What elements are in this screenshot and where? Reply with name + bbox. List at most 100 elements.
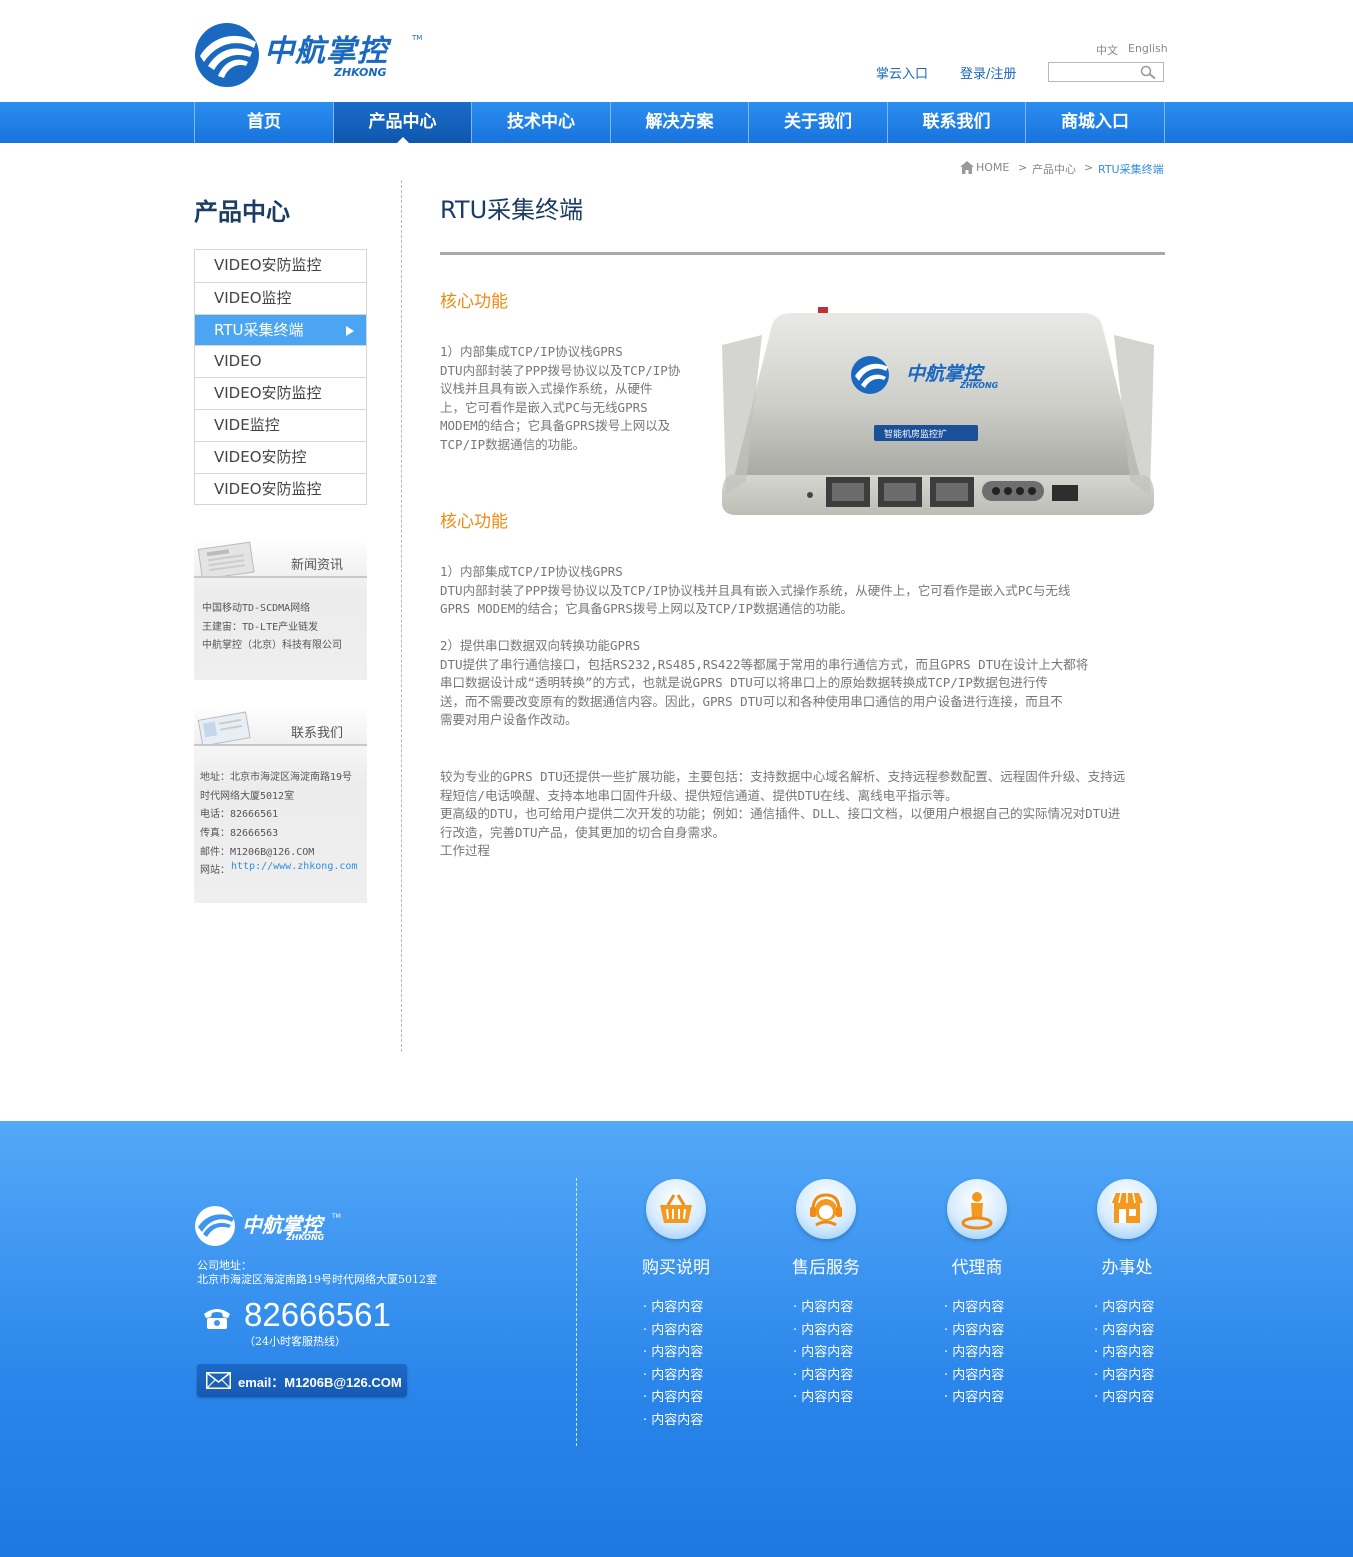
- section2-block3: 较为专业的GPRS DTU还提供一些扩展功能，主要包括：支持数据中心域名解析、支…: [440, 768, 1170, 861]
- text-line: DTU内部封装了PPP拨号协议以及TCP/IP协议栈并且具有嵌入式操作系统，从硬…: [440, 582, 1071, 598]
- footer-logo[interactable]: 中航掌控 ZHKONG TM: [194, 1203, 344, 1251]
- contact-fax: 传真：82666563: [200, 828, 279, 839]
- sidebar-item[interactable]: VIDEO安防控: [195, 440, 366, 473]
- login-register-link[interactable]: 登录/注册: [960, 63, 1016, 82]
- contact-web-label: 网站：: [200, 865, 230, 876]
- footer-link[interactable]: · 内容内容: [944, 1365, 1004, 1388]
- footer-divider: [576, 1178, 577, 1446]
- sidebar-item-label: RTU采集终端: [214, 320, 304, 339]
- footer-link[interactable]: · 内容内容: [793, 1342, 853, 1365]
- text-line: 1）内部集成TCP/IP协议栈GPRS: [440, 564, 623, 579]
- contact-phone: 电话：82666561: [200, 809, 279, 820]
- text-line: 需要对用户设备作改动。: [440, 712, 578, 728]
- text-line: 1）内部集成TCP/IP协议栈GPRS: [440, 344, 623, 359]
- news-item[interactable]: 王建宙：TD-LTE产业链发: [202, 618, 318, 633]
- sidebar-item[interactable]: VIDEO安防监控: [195, 377, 366, 409]
- logo-text-en: ZHKONG: [334, 66, 387, 79]
- nav-solutions[interactable]: 解决方案: [610, 102, 748, 143]
- footer-email-button[interactable]: email：M1206B@126.COM: [197, 1364, 407, 1397]
- agent-icon[interactable]: [947, 1179, 1007, 1239]
- footer-link[interactable]: · 内容内容: [944, 1297, 1004, 1320]
- sidebar-item-active[interactable]: RTU采集终端: [195, 313, 366, 346]
- page-title: RTU采集终端: [440, 196, 584, 224]
- news-box: 新闻资讯 中国移动TD-SCDMA网络 王建宙：TD-LTE产业链发 中航掌控（…: [194, 538, 367, 680]
- footer-hotline: 82666561: [244, 1296, 391, 1333]
- product-image: 中航掌控 ZHKONG 智能机房监控扩: [722, 305, 1162, 520]
- logo-emblem-icon: [195, 23, 259, 87]
- contact-address-2: 时代网络大厦5012室: [200, 791, 295, 802]
- footer-col-list: · 内容内容 · 内容内容 · 内容内容 · 内容内容 · 内容内容: [944, 1297, 1004, 1410]
- text-line: 工作过程: [440, 843, 491, 859]
- sidebar-menu: VIDEO安防监控 VIDEO监控 RTU采集终端 VIDEO VIDEO安防监…: [194, 249, 367, 506]
- breadcrumb-products[interactable]: 产品中心: [1032, 161, 1076, 177]
- shop-icon[interactable]: [1097, 1179, 1157, 1239]
- footer-link[interactable]: · 内容内容: [643, 1410, 703, 1433]
- text-line: 2）提供串口数据双向转换功能GPRS: [440, 638, 641, 653]
- headset-icon[interactable]: [796, 1179, 856, 1239]
- text-line: 上，它可看作是嵌入式PC与无线GPRS: [440, 399, 648, 415]
- footer-link[interactable]: · 内容内容: [1094, 1387, 1154, 1410]
- lang-chinese-link[interactable]: 中文: [1096, 42, 1118, 58]
- sidebar-item[interactable]: VIDEO: [195, 345, 366, 377]
- footer-link[interactable]: · 内容内容: [944, 1342, 1004, 1365]
- sidebar-item[interactable]: VIDE监控: [195, 408, 366, 441]
- section-heading: 核心功能: [440, 512, 508, 532]
- footer-link[interactable]: · 内容内容: [793, 1297, 853, 1320]
- footer-email-text: email：M1206B@126.COM: [238, 1375, 402, 1390]
- text-line: DTU提供了串行通信接口，包括RS232,RS485,RS422等都属于常用的串…: [440, 656, 1089, 672]
- footer-col-list: · 内容内容 · 内容内容 · 内容内容 · 内容内容 · 内容内容: [793, 1297, 853, 1410]
- site-logo[interactable]: 中航掌控 ZHKONG TM: [194, 22, 424, 88]
- news-item[interactable]: 中航掌控（北京）科技有限公司: [202, 636, 342, 651]
- footer-link[interactable]: · 内容内容: [1094, 1342, 1154, 1365]
- product-brand-en: ZHKONG: [960, 381, 999, 390]
- footer-link[interactable]: · 内容内容: [944, 1387, 1004, 1410]
- nav-about[interactable]: 关于我们: [748, 102, 887, 143]
- footer-col-list: · 内容内容 · 内容内容 · 内容内容 · 内容内容 · 内容内容: [1094, 1297, 1154, 1410]
- sidebar-item[interactable]: VIDEO安防监控: [195, 472, 366, 505]
- nav-products[interactable]: 产品中心: [333, 102, 471, 143]
- footer-col-list: · 内容内容 · 内容内容 · 内容内容 · 内容内容 · 内容内容 · 内容内…: [643, 1297, 703, 1433]
- footer-col-title-agent[interactable]: 代理商: [917, 1253, 1037, 1278]
- footer-col-title-purchase[interactable]: 购买说明: [616, 1253, 736, 1278]
- home-icon: [960, 161, 974, 174]
- search-icon[interactable]: [1139, 64, 1157, 80]
- text-line: DTU内部封装了PPP拨号协议以及TCP/IP协: [440, 362, 681, 378]
- sidebar-item[interactable]: VIDEO监控: [195, 281, 366, 314]
- arrow-right-icon: [346, 325, 354, 336]
- footer-link[interactable]: · 内容内容: [643, 1365, 703, 1388]
- footer-col-title-office[interactable]: 办事处: [1067, 1253, 1187, 1278]
- footer-link[interactable]: · 内容内容: [643, 1342, 703, 1365]
- nav-contact[interactable]: 联系我们: [887, 102, 1025, 143]
- footer-link[interactable]: · 内容内容: [793, 1387, 853, 1410]
- contact-box: 联系我们 地址：北京市海淀区海淀南路19号 时代网络大厦5012室 电话：826…: [194, 706, 367, 903]
- nav-home[interactable]: 首页: [194, 102, 333, 143]
- footer-link[interactable]: · 内容内容: [793, 1320, 853, 1343]
- business-card-icon: [197, 711, 251, 744]
- footer-link[interactable]: · 内容内容: [1094, 1365, 1154, 1388]
- footer-col-title-aftersales[interactable]: 售后服务: [766, 1253, 886, 1278]
- footer-link[interactable]: · 内容内容: [793, 1365, 853, 1388]
- footer-link[interactable]: · 内容内容: [944, 1320, 1004, 1343]
- cloud-entry-link[interactable]: 掌云入口: [876, 63, 928, 82]
- text-line: 议栈并且具有嵌入式操作系统，从硬件: [440, 381, 653, 397]
- footer-logo-emblem-icon: [195, 1206, 235, 1246]
- section2-block1: 1）内部集成TCP/IP协议栈GPRS DTU内部封装了PPP拨号协议以及TCP…: [440, 563, 1170, 619]
- breadcrumb-home[interactable]: HOME: [976, 161, 1009, 174]
- basket-icon[interactable]: [646, 1179, 706, 1239]
- footer-link[interactable]: · 内容内容: [1094, 1297, 1154, 1320]
- footer-link[interactable]: · 内容内容: [643, 1387, 703, 1410]
- sidebar-item[interactable]: VIDEO安防监控: [195, 250, 366, 282]
- contact-box-title: 联系我们: [290, 726, 343, 741]
- footer-link[interactable]: · 内容内容: [643, 1297, 703, 1320]
- contact-web-link[interactable]: http://www.zhkong.com: [231, 861, 357, 872]
- search-input[interactable]: [1049, 66, 1139, 84]
- news-item[interactable]: 中国移动TD-SCDMA网络: [202, 599, 310, 614]
- footer-link[interactable]: · 内容内容: [1094, 1320, 1154, 1343]
- nav-tech[interactable]: 技术中心: [471, 102, 610, 143]
- footer-link[interactable]: · 内容内容: [643, 1320, 703, 1343]
- logo-text-cn: 中航掌控: [264, 34, 388, 69]
- logo-trademark: TM: [412, 34, 423, 42]
- lang-english-link[interactable]: English: [1128, 42, 1168, 55]
- contact-email: 邮件：M1206B@126.COM: [200, 847, 315, 858]
- nav-mall[interactable]: 商城入口: [1025, 102, 1164, 143]
